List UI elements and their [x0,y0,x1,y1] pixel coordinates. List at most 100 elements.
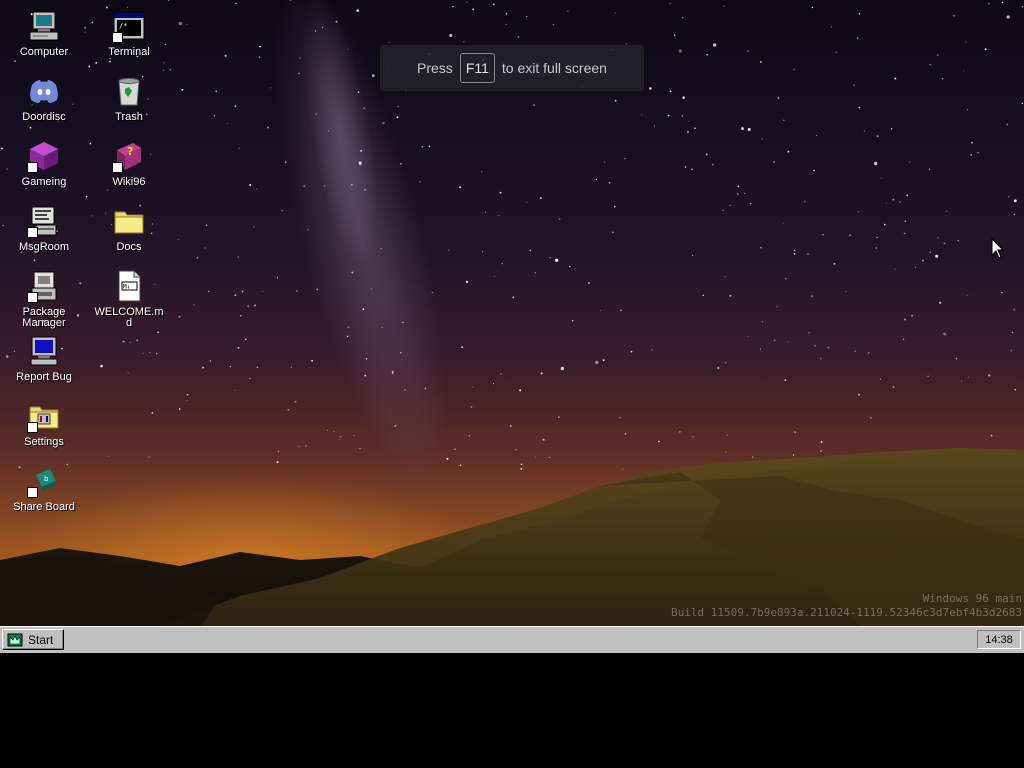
star [311,359,314,362]
desktop-icon-report-bug[interactable]: Report Bug [1,334,87,396]
star [937,237,939,239]
star [724,361,727,364]
star [608,182,611,184]
star [819,357,822,360]
star [595,178,598,181]
star [1014,388,1017,391]
markdown-file-icon: M↓ [112,269,146,303]
star [239,315,242,317]
desktop-icon-settings[interactable]: Settings [1,399,87,461]
computer-icon [27,9,61,43]
shortcut-arrow-icon [27,227,38,238]
star [305,445,307,447]
star [929,64,931,66]
star [760,246,762,249]
star [360,149,363,152]
desktop[interactable]: Computer /* Terminal Doordisc Trash Game… [0,0,1024,626]
star [880,177,882,179]
desktop-icon-wiki96[interactable]: ? Wiki96 [86,139,172,201]
start-logo-icon [7,633,23,646]
desktop-icon-doordisc[interactable]: Doordisc [1,74,87,136]
star [614,99,617,102]
desktop-icon-package-manager[interactable]: Package Manager [1,269,87,331]
svg-text:b: b [44,475,49,483]
star [955,357,958,360]
desktop-icon-label: Report Bug [16,371,72,383]
star [452,5,454,8]
star [470,406,473,408]
star [284,161,287,164]
star [526,15,528,18]
star [558,218,561,220]
star [519,389,522,392]
desktop-icon-trash[interactable]: Trash [86,74,172,136]
star [391,372,394,375]
star [122,340,125,343]
star [668,114,670,117]
desktop-icon-computer[interactable]: Computer [1,9,87,71]
desktop-icon-label: Computer [19,46,69,58]
star [726,434,728,436]
desktop-icon-label: Package Manager [22,306,66,329]
star [614,12,616,14]
star [876,236,878,239]
star [808,331,810,334]
star [446,457,449,460]
star [750,202,752,204]
star [688,120,690,122]
star [776,306,778,308]
star [820,440,823,443]
star [857,211,860,213]
star [215,90,217,93]
star [773,161,775,163]
star [876,135,879,138]
star [679,431,681,433]
folder-icon [112,204,146,238]
desktop-icon-msgroom[interactable]: MsgRoom [1,204,87,266]
star [943,332,947,336]
star [501,262,503,265]
star [854,350,857,353]
star [712,43,717,47]
star [884,223,886,226]
svg-text:?: ? [127,145,133,158]
star [856,37,859,39]
star [612,231,614,234]
start-button[interactable]: Start [2,629,64,650]
start-label: Start [28,632,54,647]
star [673,34,676,36]
star [890,128,893,130]
star [658,440,660,443]
star [691,168,694,171]
star [186,23,188,25]
star [100,364,103,368]
star [498,214,500,217]
star [935,254,939,258]
star [967,109,969,111]
f11-key-badge: F11 [459,53,495,83]
desktop-icon-terminal[interactable]: /* Terminal [86,9,172,71]
star [811,6,814,9]
star [773,339,776,342]
star [619,417,621,419]
star [539,197,542,200]
star [641,114,643,116]
star [911,314,913,317]
star [136,339,139,342]
help-book-icon: ? [112,139,146,173]
star [207,290,210,293]
star [512,296,515,299]
tray-clock[interactable]: 14:38 [977,630,1021,649]
star [167,0,170,1]
desktop-icon-share-board[interactable]: b Share Board [1,464,87,526]
chat-computer-icon [27,204,61,238]
star [256,188,258,190]
desktop-icon-docs[interactable]: Docs [86,204,172,266]
star [315,113,318,115]
star [725,451,727,453]
star [290,366,292,368]
star [760,61,762,63]
desktop-icon-welcome[interactable]: M↓ WELCOME.md [86,269,172,331]
desktop-icon-gameing[interactable]: Gameing [1,139,87,201]
star [371,74,375,78]
